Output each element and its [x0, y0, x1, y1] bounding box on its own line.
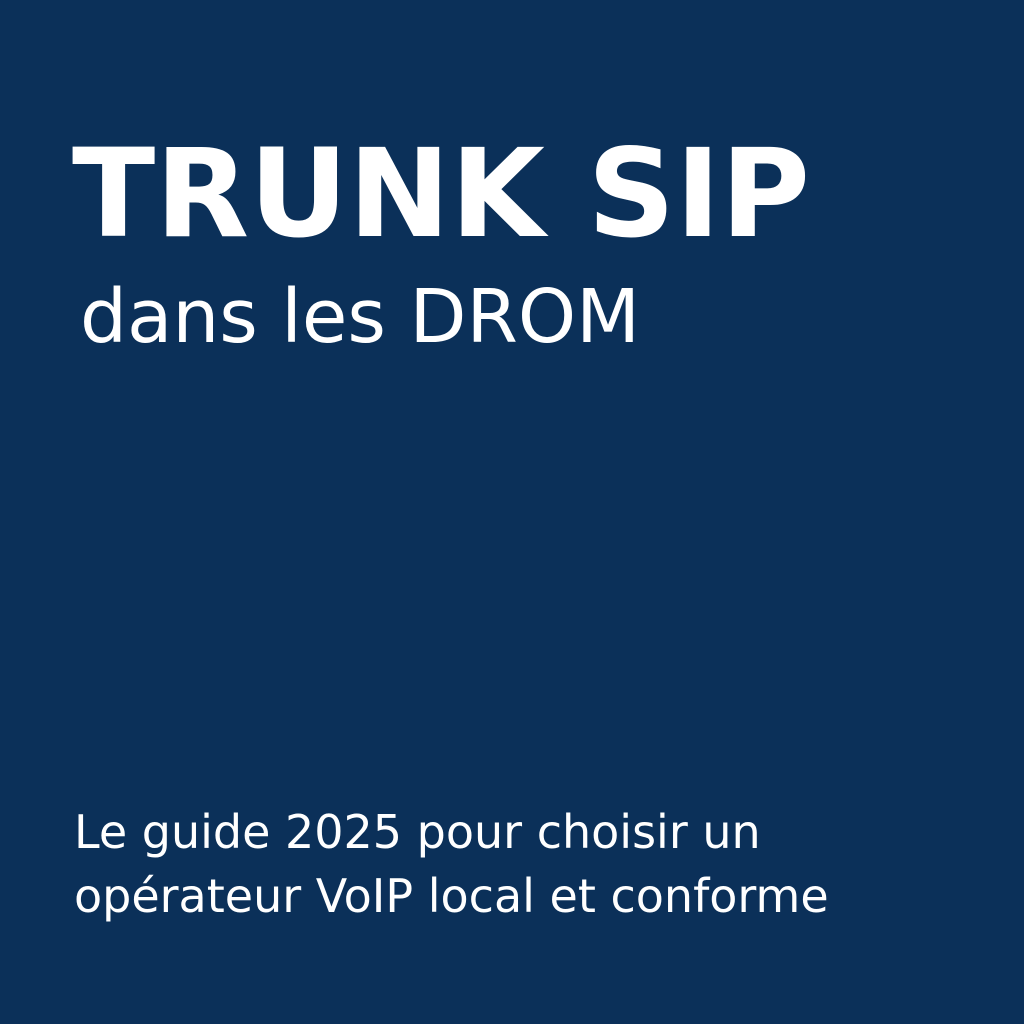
tagline-line-1: Le guide 2025 pour choisir un	[74, 805, 761, 859]
tagline-line-2: opérateur VoIP local et conforme	[74, 869, 829, 923]
cover-card: TRUNK SIP dans les DROM Le guide 2025 po…	[0, 0, 1024, 1024]
page-title: TRUNK SIP	[72, 123, 811, 265]
page-subtitle: dans les DROM	[80, 274, 640, 360]
tagline: Le guide 2025 pour choisir un opérateur …	[74, 800, 829, 928]
